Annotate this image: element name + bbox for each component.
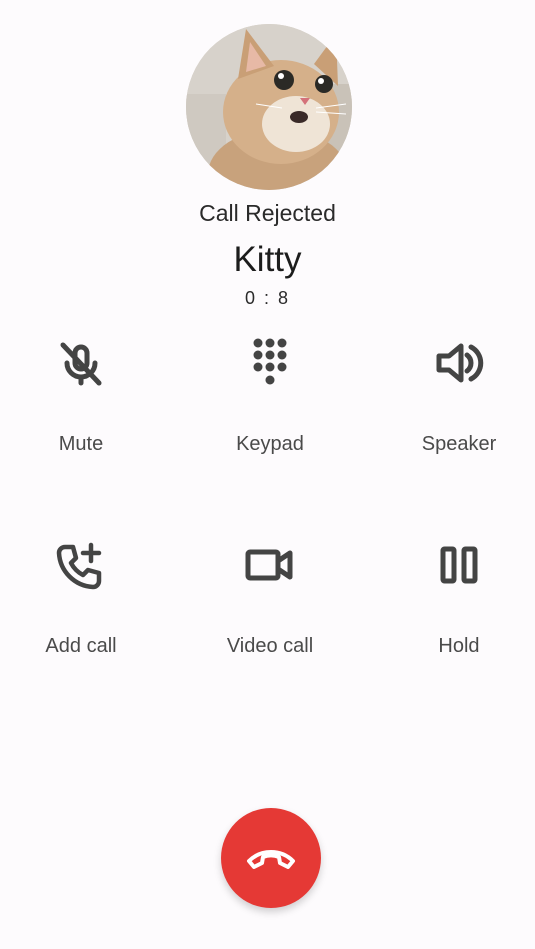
dialpad-icon bbox=[253, 338, 287, 385]
call-screen: Call Rejected Kitty 0 : 8 Mute Keypad Sp… bbox=[0, 0, 535, 949]
contact-avatar bbox=[186, 24, 352, 190]
keypad-label: Keypad bbox=[236, 433, 304, 455]
speaker-icon bbox=[436, 343, 484, 383]
videocam-icon bbox=[245, 549, 293, 581]
call-end-icon bbox=[247, 850, 295, 869]
pause-icon bbox=[440, 546, 478, 584]
mic-off-icon bbox=[60, 342, 102, 386]
add-call-icon bbox=[56, 542, 102, 590]
speaker-button[interactable]: Speaker bbox=[370, 333, 535, 456]
end-call-button[interactable] bbox=[221, 808, 321, 908]
add-call-label: Add call bbox=[45, 635, 117, 657]
contact-name: Kitty bbox=[233, 240, 302, 279]
keypad-button[interactable]: Keypad bbox=[181, 333, 359, 456]
hold-label: Hold bbox=[438, 635, 480, 657]
call-duration: 0 : 8 bbox=[244, 288, 291, 308]
video-call-button[interactable]: Video call bbox=[181, 535, 359, 658]
video-call-label: Video call bbox=[226, 635, 314, 657]
add-call-button[interactable]: Add call bbox=[0, 535, 170, 658]
speaker-label: Speaker bbox=[421, 433, 497, 455]
call-status: Call Rejected bbox=[199, 200, 336, 226]
mute-button[interactable]: Mute bbox=[0, 333, 170, 456]
hold-button[interactable]: Hold bbox=[370, 535, 535, 658]
mute-label: Mute bbox=[58, 433, 104, 455]
